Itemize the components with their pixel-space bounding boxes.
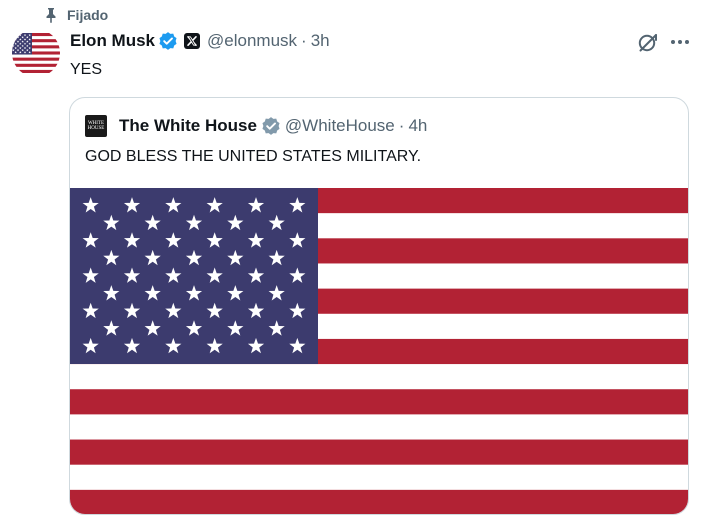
pin-icon <box>46 8 56 23</box>
quoted-tweet-card[interactable]: WHITE HOUSE The White House @WhiteHouse … <box>69 97 689 515</box>
x-logo-icon[interactable] <box>184 33 201 49</box>
quoted-tweet-timestamp[interactable]: 4h <box>408 116 427 136</box>
grok-icon[interactable] <box>637 31 659 53</box>
quoted-tweet-text: GOD BLESS THE UNITED STATES MILITARY. <box>85 148 422 165</box>
us-flag-image[interactable] <box>70 188 688 514</box>
gray-verified-badge-icon[interactable] <box>261 116 281 136</box>
author-display-name[interactable]: Elon Musk <box>70 31 155 51</box>
more-options-icon[interactable] <box>668 31 692 53</box>
quoted-tweet-header: WHITE HOUSE The White House @WhiteHouse … <box>85 115 427 137</box>
tweet-header: Elon Musk @elonmusk · 3h <box>70 30 330 52</box>
avatar[interactable] <box>12 29 60 77</box>
pinned-label: Fijado <box>67 7 109 23</box>
tweet-timestamp[interactable]: 3h <box>311 31 330 51</box>
verified-badge-icon[interactable] <box>158 31 178 51</box>
quoted-author-avatar[interactable]: WHITE HOUSE <box>85 115 107 137</box>
pinned-indicator: Fijado <box>44 6 108 24</box>
quoted-separator-dot: · <box>398 116 405 135</box>
quoted-avatar-text: WHITE HOUSE <box>87 121 105 131</box>
tweet-text: YES <box>70 61 103 78</box>
quoted-author-display-name[interactable]: The White House <box>119 116 257 136</box>
quoted-author-handle[interactable]: @WhiteHouse <box>285 116 395 136</box>
separator-dot: · <box>301 31 307 50</box>
author-handle[interactable]: @elonmusk <box>207 31 297 51</box>
